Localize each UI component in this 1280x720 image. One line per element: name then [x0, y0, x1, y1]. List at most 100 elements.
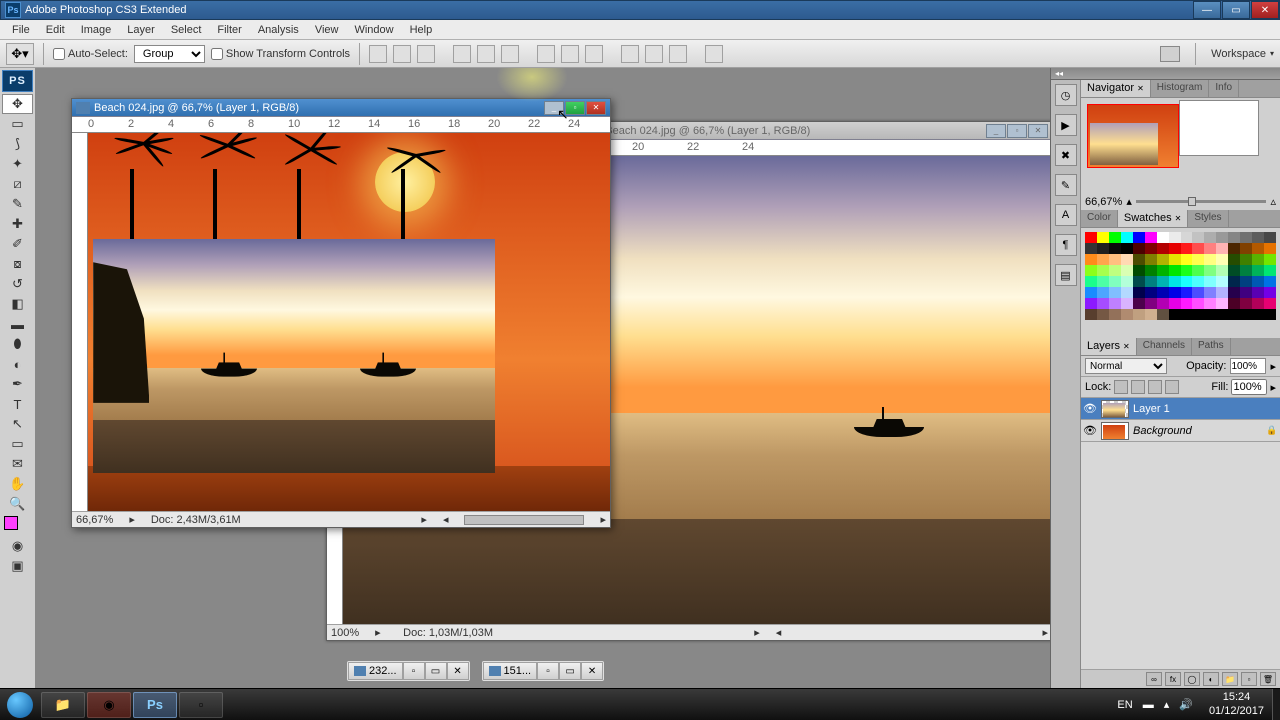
swatch[interactable] [1240, 254, 1252, 265]
swatch[interactable] [1216, 254, 1228, 265]
lock-all-icon[interactable] [1165, 380, 1179, 394]
doc-maximize-icon[interactable]: ▭ [559, 662, 581, 680]
show-desktop-button[interactable] [1272, 689, 1280, 720]
swatch[interactable] [1264, 243, 1276, 254]
taskbar-explorer[interactable]: 📁 [41, 692, 85, 718]
tab-swatches[interactable]: Swatches✕ [1118, 210, 1188, 227]
swatch[interactable] [1133, 287, 1145, 298]
minimize-button[interactable]: — [1193, 1, 1221, 19]
close-button[interactable]: ✕ [1251, 1, 1279, 19]
swatch[interactable] [1216, 298, 1228, 309]
blur-tool[interactable]: ⬮ [2, 334, 33, 354]
document-window-front[interactable]: Beach 024.jpg @ 66,7% (Layer 1, RGB/8) _… [71, 98, 611, 528]
align-hcenter-icon[interactable] [477, 45, 495, 63]
swatch[interactable] [1169, 309, 1181, 320]
swatch[interactable] [1097, 309, 1109, 320]
system-tray[interactable]: EN ▬ ▴ 🔊 [1109, 698, 1201, 711]
swatch[interactable] [1204, 298, 1216, 309]
tab-channels[interactable]: Channels [1137, 338, 1192, 355]
menu-file[interactable]: File [4, 22, 38, 38]
swatch[interactable] [1264, 254, 1276, 265]
tool-presets-icon[interactable]: ✖ [1055, 144, 1077, 166]
swatch[interactable] [1192, 265, 1204, 276]
move-tool[interactable]: ✥ [2, 94, 33, 114]
visibility-icon[interactable]: 👁 [1083, 402, 1097, 415]
show-transform-checkbox[interactable]: Show Transform Controls [211, 48, 350, 60]
swatch[interactable] [1192, 243, 1204, 254]
opacity-input[interactable] [1230, 358, 1266, 374]
swatch[interactable] [1109, 276, 1121, 287]
tab-navigator[interactable]: Navigator✕ [1081, 80, 1151, 97]
dodge-tool[interactable]: ◐ [2, 354, 33, 374]
swatch[interactable] [1204, 287, 1216, 298]
swatch[interactable] [1085, 254, 1097, 265]
align-bottom-icon[interactable] [417, 45, 435, 63]
swatch[interactable] [1109, 254, 1121, 265]
paragraph-panel-icon[interactable]: ¶ [1055, 234, 1077, 256]
quick-select-tool[interactable]: ✦ [2, 154, 33, 174]
menu-help[interactable]: Help [402, 22, 441, 38]
minimized-doc-2[interactable]: 151... [483, 662, 538, 680]
hand-tool[interactable]: ✋ [2, 474, 33, 494]
swatch[interactable] [1097, 276, 1109, 287]
fill-input[interactable] [1231, 379, 1267, 395]
doc-restore-icon[interactable]: ▫ [537, 662, 559, 680]
actions-panel-icon[interactable]: ▶ [1055, 114, 1077, 136]
swatch[interactable] [1252, 276, 1264, 287]
swatch[interactable] [1228, 254, 1240, 265]
swatch[interactable] [1097, 254, 1109, 265]
align-vcenter-icon[interactable] [393, 45, 411, 63]
swatch[interactable] [1133, 309, 1145, 320]
swatch[interactable] [1252, 298, 1264, 309]
swatch[interactable] [1252, 232, 1264, 243]
swatch[interactable] [1228, 276, 1240, 287]
lasso-tool[interactable]: ⟆ [2, 134, 33, 154]
swatch[interactable] [1157, 276, 1169, 287]
type-tool[interactable]: T [2, 394, 33, 414]
taskbar-app2[interactable]: ▫ [179, 692, 223, 718]
quick-mask-icon[interactable]: ◉ [2, 536, 33, 556]
distribute-bottom-icon[interactable] [585, 45, 603, 63]
swatch[interactable] [1145, 243, 1157, 254]
swatch[interactable] [1169, 232, 1181, 243]
taskbar-app1[interactable]: ◉ [87, 692, 131, 718]
swatch[interactable] [1097, 243, 1109, 254]
stamp-tool[interactable]: ⧇ [2, 254, 33, 274]
doc-close-icon[interactable]: ✕ [581, 662, 603, 680]
swatch[interactable] [1181, 265, 1193, 276]
swatch[interactable] [1157, 309, 1169, 320]
navigator-zoom-value[interactable]: 66,67% [1085, 196, 1122, 208]
document-title-bar-front[interactable]: Beach 024.jpg @ 66,7% (Layer 1, RGB/8) _… [72, 99, 610, 117]
swatch[interactable] [1085, 276, 1097, 287]
swatch[interactable] [1240, 309, 1252, 320]
menu-select[interactable]: Select [163, 22, 210, 38]
doc-minimize-button[interactable]: _ [544, 101, 564, 115]
marquee-tool[interactable]: ▭ [2, 114, 33, 134]
swatch[interactable] [1169, 243, 1181, 254]
swatch[interactable] [1085, 232, 1097, 243]
swatch[interactable] [1216, 232, 1228, 243]
minimized-doc-1[interactable]: 232... [348, 662, 403, 680]
brushes-panel-icon[interactable]: ✎ [1055, 174, 1077, 196]
swatch[interactable] [1264, 298, 1276, 309]
doc-minimize-button[interactable]: _ [986, 124, 1006, 138]
zoom-out-icon[interactable]: ▴ [1126, 195, 1132, 208]
visibility-icon[interactable]: 👁 [1083, 424, 1097, 437]
layer-mask-icon[interactable]: ◯ [1184, 672, 1200, 686]
swatch[interactable] [1264, 309, 1276, 320]
canvas-front[interactable] [88, 133, 610, 511]
swatch[interactable] [1228, 232, 1240, 243]
tab-info[interactable]: Info [1209, 80, 1239, 97]
eraser-tool[interactable]: ◧ [2, 294, 33, 314]
swatch[interactable] [1085, 265, 1097, 276]
zoom-level-front[interactable]: 66,67% [76, 514, 113, 526]
swatch[interactable] [1264, 276, 1276, 287]
swatch[interactable] [1145, 309, 1157, 320]
pasted-layer[interactable] [93, 239, 495, 473]
swatch[interactable] [1216, 287, 1228, 298]
zoom-tool[interactable]: 🔍 [2, 494, 33, 514]
tab-paths[interactable]: Paths [1192, 338, 1231, 355]
delete-layer-icon[interactable]: 🗑 [1260, 672, 1276, 686]
tab-color[interactable]: Color [1081, 210, 1118, 227]
swatch[interactable] [1145, 298, 1157, 309]
